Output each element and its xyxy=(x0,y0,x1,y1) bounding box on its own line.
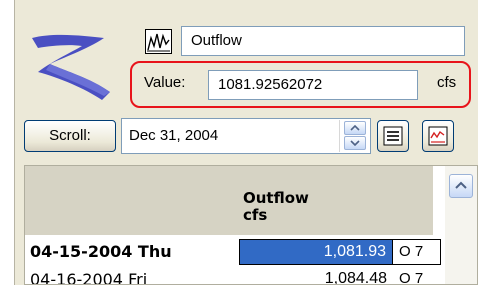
hydrograph-icon[interactable] xyxy=(145,29,172,54)
row-date: 04-16-2004 Fri xyxy=(30,270,148,285)
column-title: Outflow xyxy=(243,189,309,207)
chevron-down-icon xyxy=(350,140,360,146)
list-view-button[interactable] xyxy=(377,120,409,152)
chart-view-button[interactable] xyxy=(422,120,454,152)
date-spinner xyxy=(339,120,369,152)
value-field[interactable]: 1081.92562072 xyxy=(208,70,418,100)
row-value-cell[interactable]: 1,081.93 xyxy=(239,239,393,265)
row-date: 04-15-2004 Thu xyxy=(30,242,172,261)
chevron-up-icon xyxy=(350,125,360,131)
value-unit: cfs xyxy=(437,74,457,91)
table-row[interactable]: 04-15-2004 Thu 1,081.93 O 7 xyxy=(25,239,447,265)
row-value-cell[interactable]: 1,084.48 xyxy=(239,267,393,284)
scroll-button[interactable]: Scroll: xyxy=(24,120,116,152)
app-logo xyxy=(32,34,110,100)
list-icon xyxy=(383,126,403,146)
column-unit: cfs xyxy=(243,206,268,224)
spin-up-button[interactable] xyxy=(344,121,366,135)
series-name-field[interactable]: Outflow xyxy=(181,26,465,56)
value-label: Value: xyxy=(144,74,186,91)
vertical-scrollbar[interactable] xyxy=(445,166,477,284)
table-corner-header xyxy=(25,166,233,235)
data-table: Outflow cfs 04-15-2004 Thu 1,081.93 O 7 … xyxy=(24,165,478,285)
chart-icon xyxy=(428,126,448,146)
chevron-up-icon xyxy=(455,181,467,189)
app-window: Outflow Value: 1081.92562072 cfs Scroll:… xyxy=(0,0,478,285)
row-quality-cell[interactable]: O 7 xyxy=(393,267,441,284)
column-header-outflow[interactable]: Outflow cfs xyxy=(233,166,433,235)
spin-down-button[interactable] xyxy=(344,136,366,150)
scroll-up-button[interactable] xyxy=(449,174,473,198)
row-quality-cell[interactable]: O 7 xyxy=(393,239,441,265)
table-row[interactable]: 04-16-2004 Fri 1,084.48 O 7 xyxy=(25,267,447,285)
scroll-date-field[interactable]: Dec 31, 2004 xyxy=(121,118,371,154)
